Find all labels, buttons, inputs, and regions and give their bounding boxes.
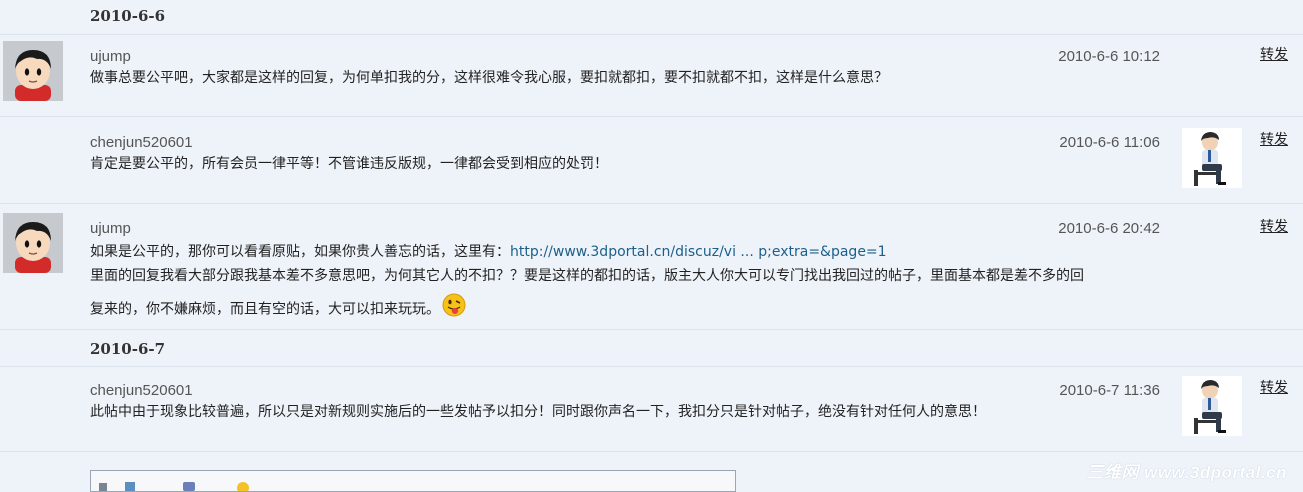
editor-toolbar-icons (99, 482, 249, 491)
cartoon-boy-avatar-icon (3, 41, 63, 101)
avatar[interactable] (1182, 376, 1242, 436)
tongue-out-emoji-icon (442, 293, 466, 326)
message-line: 复来的，你不嫌麻烦，而且有空的话，大可以扣来玩玩。 (90, 293, 1170, 326)
message-text: 如果是公平的，那你可以看看原贴，如果你贵人善忘的话，这里有： (90, 244, 510, 260)
timestamp: 2010-6-7 11:36 (1059, 382, 1160, 399)
message-body: 如果是公平的，那你可以看看原贴，如果你贵人善忘的话，这里有：http://www… (90, 240, 1170, 326)
message-text: 肯定是要公平的，所有会员一律平等！不管谁违反版规，一律都会受到相应的处罚！ (90, 156, 608, 172)
message-item: ujump 2010-6-6 20:42 转发 如果是公平的，那你可以看看原贴，… (0, 204, 1303, 330)
post-link[interactable]: http://www.3dportal.cn/discuz/vi ... p;e… (510, 244, 887, 260)
avatar[interactable] (3, 213, 63, 273)
message-text: 复来的，你不嫌麻烦，而且有空的话，大可以扣来玩玩。 (90, 301, 440, 318)
username[interactable]: chenjun520601 (90, 134, 193, 151)
forward-link[interactable]: 转发 (1260, 44, 1288, 64)
forward-link[interactable]: 转发 (1260, 216, 1288, 236)
timestamp: 2010-6-6 20:42 (1058, 220, 1160, 237)
date-header: 2010-6-7 (0, 330, 1303, 367)
message-item: chenjun520601 2010-6-7 11:36 转发 此帖中由于现象比… (0, 367, 1303, 452)
seated-man-avatar-icon (1182, 376, 1242, 436)
message-item: ujump 2010-6-6 10:12 转发 做事总要公平吧，大家都是这样的回… (0, 35, 1303, 117)
message-text: 此帖中由于现象比较普遍，所以只是对新规则实施后的一些发帖予以扣分！同时跟你声名一… (90, 404, 986, 420)
message-line: 如果是公平的，那你可以看看原贴，如果你贵人善忘的话，这里有：http://www… (90, 240, 1170, 265)
username[interactable]: chenjun520601 (90, 382, 193, 399)
forward-link[interactable]: 转发 (1260, 377, 1288, 397)
cartoon-boy-avatar-icon (3, 213, 63, 273)
timestamp: 2010-6-6 11:06 (1059, 134, 1160, 151)
date-header: 2010-6-6 (0, 0, 1303, 35)
date-label: 2010-6-6 (90, 7, 166, 25)
username[interactable]: ujump (90, 48, 131, 65)
date-label: 2010-6-7 (90, 340, 166, 358)
avatar[interactable] (1182, 128, 1242, 188)
message-line: 里面的回复我看大部分跟我基本差不多意思吧，为何其它人的不扣？？要是这样的都扣的话… (90, 268, 1084, 284)
message-text: 做事总要公平吧，大家都是这样的回复，为何单扣我的分，这样很难令我心服，要扣就都扣… (90, 70, 888, 86)
forward-link[interactable]: 转发 (1260, 129, 1288, 149)
seated-man-avatar-icon (1182, 128, 1242, 188)
message-item: chenjun520601 2010-6-6 11:06 转发 肯定是要公平的，… (0, 117, 1303, 204)
timestamp: 2010-6-6 10:12 (1058, 48, 1160, 65)
username[interactable]: ujump (90, 220, 131, 237)
reply-editor-toolbar[interactable] (90, 470, 736, 492)
site-watermark: 三维网 www.3dportal.cn (1086, 463, 1287, 482)
avatar[interactable] (3, 41, 63, 101)
